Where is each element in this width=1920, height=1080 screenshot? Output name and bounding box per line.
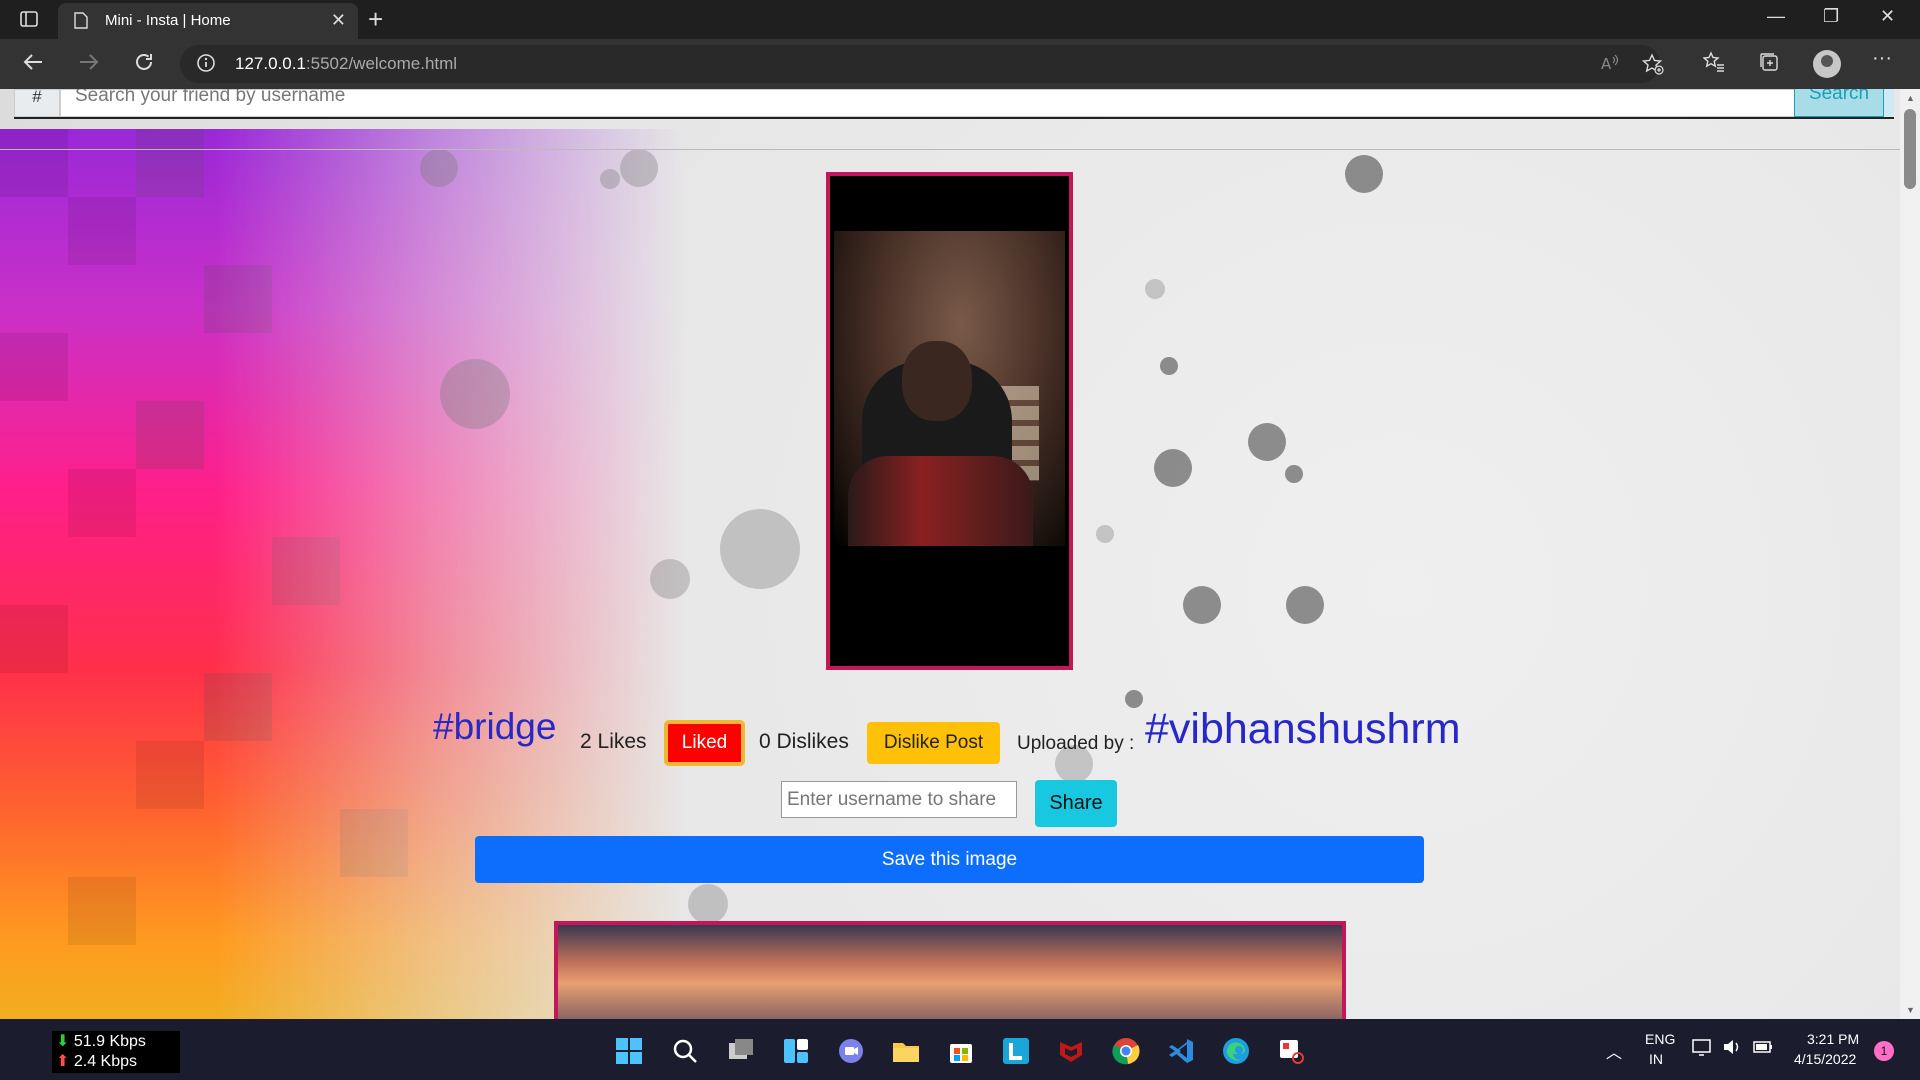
chrome-icon[interactable] — [1111, 1036, 1141, 1066]
scrollbar-thumb[interactable] — [1904, 109, 1916, 189]
back-arrow-icon[interactable] — [22, 51, 44, 79]
file-explorer-icon[interactable] — [891, 1036, 921, 1066]
divider — [0, 149, 1900, 150]
battery-icon[interactable] — [1752, 1038, 1774, 1059]
liked-button[interactable]: Liked — [664, 720, 745, 766]
collections-icon[interactable] — [1758, 51, 1780, 79]
browser-toolbar: 127.0.0.1:5502/welcome.html A ··· — [0, 39, 1920, 89]
notification-badge[interactable]: 1 — [1874, 1041, 1894, 1061]
widgets-icon[interactable] — [781, 1036, 811, 1066]
save-image-button[interactable]: Save this image — [475, 836, 1424, 883]
upload-arrow-icon: ⬆ — [56, 1053, 70, 1070]
upload-speed: 2.4 Kbps — [73, 1053, 138, 1070]
volume-icon[interactable] — [1722, 1038, 1742, 1059]
background-mosaic — [0, 129, 720, 1019]
share-button[interactable]: Share — [1035, 780, 1117, 827]
scroll-down-icon[interactable]: ▼ — [1906, 1005, 1915, 1015]
search-bar: # Search your friend by username Search — [14, 89, 1894, 119]
download-arrow-icon: ⬇ — [56, 1033, 70, 1050]
language-bottom[interactable]: IN — [1649, 1051, 1663, 1067]
uploader-username[interactable]: #vibhanshushrm — [1145, 705, 1461, 754]
l-app-icon[interactable] — [1001, 1036, 1031, 1066]
browser-tab-bar: Mini - Insta | Home ✕ + — ❐ ✕ — [0, 0, 1920, 39]
browser-tab[interactable]: Mini - Insta | Home ✕ — [58, 3, 358, 39]
likes-count: 2 Likes — [580, 730, 647, 753]
tab-close-icon[interactable]: ✕ — [331, 10, 346, 31]
store-icon[interactable] — [946, 1036, 976, 1066]
next-post-image — [554, 921, 1346, 1019]
tab-title: Mini - Insta | Home — [105, 12, 231, 29]
clock-time[interactable]: 3:21 PM — [1807, 1031, 1859, 1047]
refresh-icon[interactable] — [133, 51, 155, 79]
windows-taskbar: ⬇ 51.9 Kbps ⬆ 2.4 Kbps ︿ ENG IN 3:21 PM … — [0, 1019, 1920, 1080]
post-hashtag[interactable]: #bridge — [433, 706, 556, 748]
page-content: # Search your friend by username Search … — [0, 89, 1900, 1019]
more-options-icon[interactable]: ··· — [1872, 47, 1892, 70]
restore-button[interactable]: ❐ — [1823, 6, 1839, 27]
edge-icon[interactable] — [1221, 1036, 1251, 1066]
url-host: 127.0.0.1 — [235, 54, 306, 73]
vscode-icon[interactable] — [1166, 1036, 1196, 1066]
task-view-icon[interactable] — [726, 1036, 756, 1066]
page-document-icon — [74, 12, 88, 33]
url-path: :5502/welcome.html — [305, 54, 458, 73]
search-icon[interactable] — [670, 1036, 700, 1066]
post-photo — [834, 231, 1065, 546]
language-top[interactable]: ENG — [1645, 1031, 1675, 1047]
search-prefix: # — [14, 89, 60, 117]
read-aloud-icon[interactable]: A — [1600, 53, 1620, 78]
friend-search-input[interactable]: Search your friend by username — [60, 89, 1795, 117]
profile-avatar[interactable] — [1813, 50, 1841, 78]
mcafee-icon[interactable] — [1056, 1036, 1086, 1066]
favorites-icon[interactable] — [1702, 51, 1725, 79]
network-monitor: ⬇ 51.9 Kbps ⬆ 2.4 Kbps — [52, 1031, 180, 1073]
chat-icon[interactable] — [836, 1036, 866, 1066]
add-favorite-icon[interactable] — [1641, 53, 1664, 80]
window-close-button[interactable]: ✕ — [1880, 6, 1895, 27]
clock-date[interactable]: 4/15/2022 — [1794, 1051, 1856, 1067]
search-button[interactable]: Search — [1794, 89, 1884, 117]
address-bar[interactable]: 127.0.0.1:5502/welcome.html A — [180, 45, 1664, 83]
page-scrollbar[interactable]: ▲ ▼ — [1900, 89, 1920, 1019]
site-info-icon[interactable] — [196, 53, 216, 78]
scroll-up-icon[interactable]: ▲ — [1906, 93, 1915, 103]
download-speed: 51.9 Kbps — [73, 1033, 146, 1050]
snipping-tool-icon[interactable] — [1276, 1036, 1306, 1066]
svg-text:A: A — [1601, 55, 1612, 73]
post-image-frame — [826, 172, 1073, 670]
dislike-post-button[interactable]: Dislike Post — [867, 722, 1000, 764]
share-username-input[interactable]: Enter username to share — [781, 781, 1017, 818]
dislikes-count: 0 Dislikes — [759, 730, 849, 753]
minimize-button[interactable]: — — [1767, 6, 1785, 27]
uploaded-by-label: Uploaded by : — [1017, 733, 1135, 754]
url-text: 127.0.0.1:5502/welcome.html — [235, 54, 457, 74]
new-tab-button[interactable]: + — [368, 4, 383, 35]
show-hidden-icons-icon[interactable]: ︿ — [1606, 1039, 1622, 1063]
forward-arrow-icon[interactable] — [78, 51, 100, 79]
tab-actions-icon[interactable] — [20, 10, 38, 33]
start-icon[interactable] — [614, 1036, 644, 1066]
network-icon[interactable] — [1692, 1038, 1712, 1059]
